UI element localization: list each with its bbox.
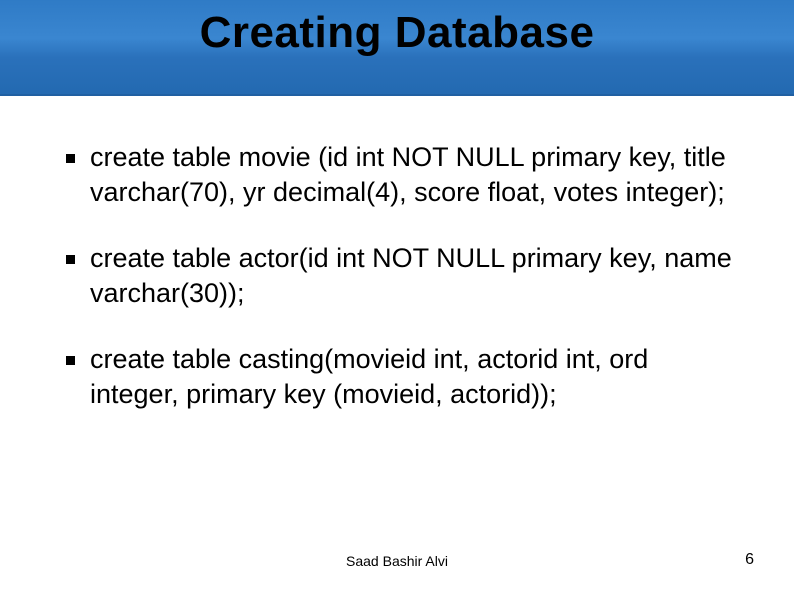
list-item: create table movie (id int NOT NULL prim… [60,140,738,209]
footer-page-number: 6 [745,551,754,569]
bullet-list: create table movie (id int NOT NULL prim… [60,140,738,411]
slide: Creating Database create table movie (id… [0,0,794,595]
list-item: create table casting(movieid int, actori… [60,342,738,411]
slide-title: Creating Database [0,8,794,58]
content-area: create table movie (id int NOT NULL prim… [60,140,738,443]
bullet-text: create table casting(movieid int, actori… [90,344,648,409]
bullet-text: create table movie (id int NOT NULL prim… [90,142,726,207]
footer-author: Saad Bashir Alvi [0,553,794,569]
bullet-text: create table actor(id int NOT NULL prima… [90,243,732,308]
list-item: create table actor(id int NOT NULL prima… [60,241,738,310]
